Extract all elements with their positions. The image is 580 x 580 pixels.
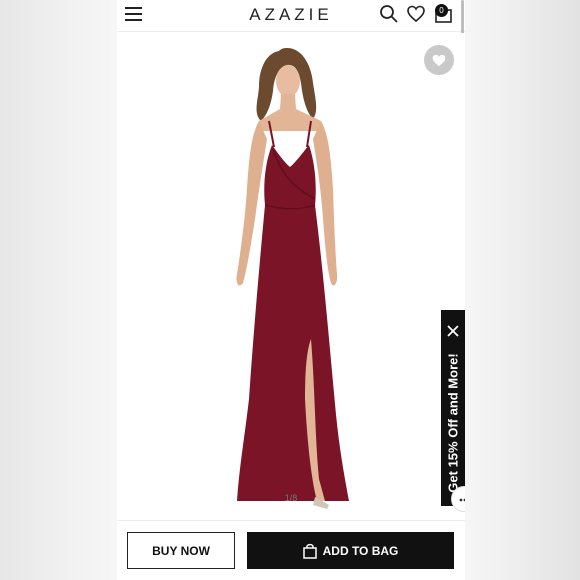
scrollbar[interactable] [461,0,464,36]
add-to-bag-button[interactable]: ADD TO BAG [247,532,454,569]
image-pager: 1/8 [284,493,298,503]
add-to-wishlist-button[interactable] [424,45,454,75]
close-icon[interactable] [446,324,460,338]
bag-icon [302,543,317,559]
product-page: AZAZIE 0 1/8 Get 15% Off and More! BUY N… [117,0,465,580]
promo-tab[interactable]: Get 15% Off and More! [441,310,465,506]
add-to-bag-label: ADD TO BAG [322,543,399,558]
bag-count-badge: 0 [435,4,448,17]
promo-text: Get 15% Off and More! [445,353,461,493]
top-nav: AZAZIE 0 [117,0,465,32]
chat-bubble-icon [459,498,465,502]
chat-icon[interactable] [451,486,465,512]
product-image[interactable] [217,39,367,514]
action-bar: BUY NOW ADD TO BAG [117,520,465,580]
wishlist-icon[interactable] [406,4,426,24]
product-gallery[interactable]: 1/8 [117,33,465,520]
search-icon[interactable] [379,4,399,24]
buy-now-button[interactable]: BUY NOW [127,532,235,569]
heart-icon [432,54,446,66]
